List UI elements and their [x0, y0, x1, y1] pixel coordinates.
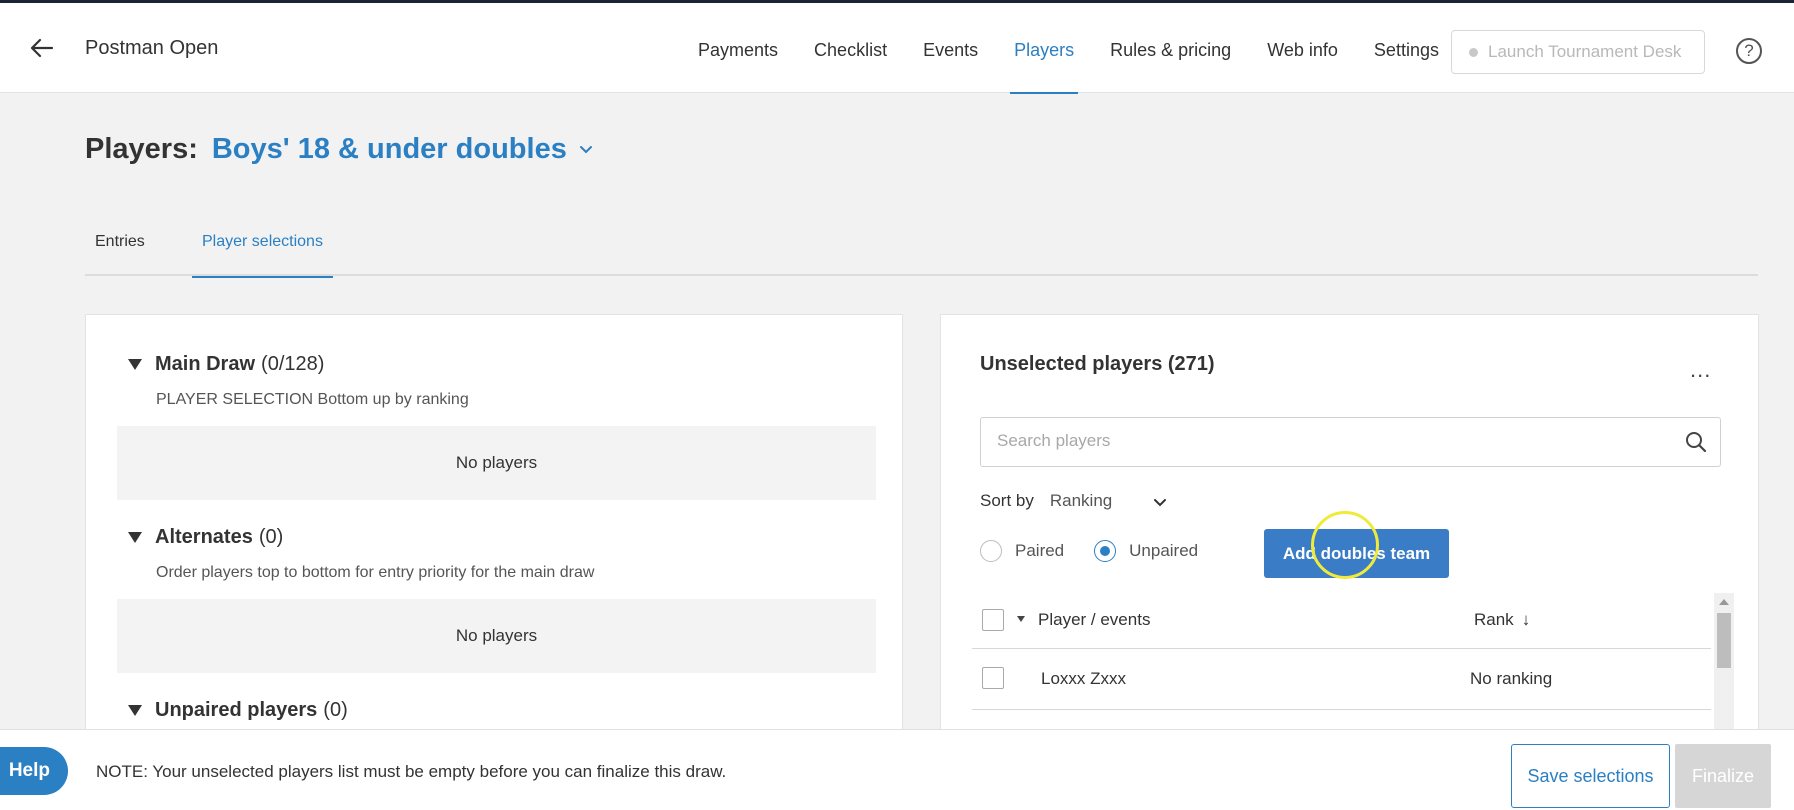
main-draw-subtitle: PLAYER SELECTION Bottom up by ranking: [156, 391, 469, 408]
more-options-icon[interactable]: ...: [1690, 357, 1711, 383]
select-menu-caret-icon[interactable]: [1017, 616, 1025, 622]
alternates-header[interactable]: Alternates (0): [126, 526, 283, 549]
nav-rules-pricing[interactable]: Rules & pricing: [1092, 3, 1249, 93]
section-name: Alternates: [155, 526, 253, 548]
pairing-filter: Paired Unpaired: [980, 540, 1198, 562]
back-arrow-icon[interactable]: [26, 33, 56, 63]
tournament-name: Postman Open: [85, 37, 219, 59]
scrollbar-thumb[interactable]: [1717, 613, 1731, 668]
main-nav: Payments Checklist Events Players Rules …: [680, 3, 1457, 94]
help-question-icon[interactable]: ?: [1736, 38, 1762, 64]
section-count: (0/128): [261, 353, 325, 375]
nav-players[interactable]: Players: [996, 3, 1092, 94]
select-all-checkbox[interactable]: [982, 609, 1004, 631]
chevron-down-icon[interactable]: [577, 141, 595, 159]
sort-label: Sort by: [980, 491, 1034, 510]
column-player-events[interactable]: Player / events: [1038, 610, 1150, 630]
footer-bar: Help NOTE: Your unselected players list …: [0, 729, 1794, 810]
player-name: Loxxx Zxxx: [1041, 669, 1127, 688]
player-rank: No ranking: [1470, 669, 1553, 688]
chevron-down-icon[interactable]: [1152, 495, 1168, 511]
unselected-players-title: Unselected players (271): [980, 353, 1215, 375]
launch-label: Launch Tournament Desk: [1488, 42, 1682, 61]
unselected-players-panel: Unselected players (271) ... Sort by Ran…: [940, 314, 1759, 734]
cursor-highlight: [1311, 511, 1379, 579]
radio-paired[interactable]: [980, 540, 1002, 562]
table-row[interactable]: Loxxx Zxxx No ranking: [972, 649, 1711, 710]
save-selections-button[interactable]: Save selections: [1511, 744, 1670, 808]
collapse-triangle-icon[interactable]: [128, 532, 142, 543]
nav-events[interactable]: Events: [905, 3, 996, 93]
alternates-subtitle: Order players top to bottom for entry pr…: [156, 564, 595, 581]
finalize-note: NOTE: Your unselected players list must …: [96, 762, 727, 781]
scroll-up-arrow-icon[interactable]: [1719, 599, 1729, 605]
unpaired-players-header[interactable]: Unpaired players (0): [126, 699, 348, 722]
radio-unpaired[interactable]: [1094, 540, 1117, 562]
top-nav-bar: Postman Open Payments Checklist Events P…: [0, 0, 1794, 94]
page-title-label: Players:: [85, 133, 198, 165]
search-input[interactable]: [997, 418, 1657, 464]
section-name: Main Draw: [155, 353, 256, 375]
section-name: Unpaired players: [155, 699, 318, 721]
radio-unpaired-label: Unpaired: [1129, 541, 1199, 560]
finalize-button[interactable]: Finalize: [1675, 744, 1771, 808]
column-rank-label: Rank: [1474, 610, 1514, 629]
event-selector[interactable]: Boys' 18 & under doubles: [212, 133, 567, 166]
page-title: Players: Boys' 18 & under doubles: [85, 133, 595, 166]
search-icon[interactable]: [1684, 430, 1708, 454]
collapse-triangle-icon[interactable]: [128, 705, 142, 716]
draw-sections-panel: Main Draw (0/128) PLAYER SELECTION Botto…: [85, 314, 903, 734]
table-header: Player / events Rank ↓: [972, 593, 1711, 649]
nav-web-info[interactable]: Web info: [1249, 3, 1356, 93]
table-scrollbar[interactable]: [1714, 593, 1734, 733]
search-box: [980, 417, 1721, 467]
sort-down-arrow-icon: ↓: [1521, 610, 1531, 629]
launch-tournament-desk-button[interactable]: Launch Tournament Desk: [1451, 30, 1705, 74]
sort-select[interactable]: Ranking: [1050, 491, 1112, 511]
section-count: (0): [258, 526, 284, 548]
alternates-empty: No players: [117, 599, 876, 673]
main-draw-empty: No players: [117, 426, 876, 500]
nav-settings[interactable]: Settings: [1356, 3, 1457, 93]
radio-paired-label: Paired: [1015, 541, 1065, 560]
tab-bar: Entries Player selections: [85, 224, 1758, 278]
nav-payments[interactable]: Payments: [680, 3, 796, 93]
status-dot-icon: [1469, 48, 1478, 57]
main-draw-header[interactable]: Main Draw (0/128): [126, 353, 324, 376]
column-rank[interactable]: Rank ↓: [1474, 610, 1530, 630]
section-count: (0): [323, 699, 348, 721]
row-checkbox[interactable]: [982, 667, 1004, 689]
collapse-triangle-icon[interactable]: [128, 359, 142, 370]
tab-player-selections[interactable]: Player selections: [192, 224, 333, 278]
help-button[interactable]: Help: [0, 747, 68, 795]
nav-checklist[interactable]: Checklist: [796, 3, 905, 93]
sort-control: Sort by Ranking: [980, 491, 1168, 511]
tab-entries[interactable]: Entries: [95, 224, 145, 276]
